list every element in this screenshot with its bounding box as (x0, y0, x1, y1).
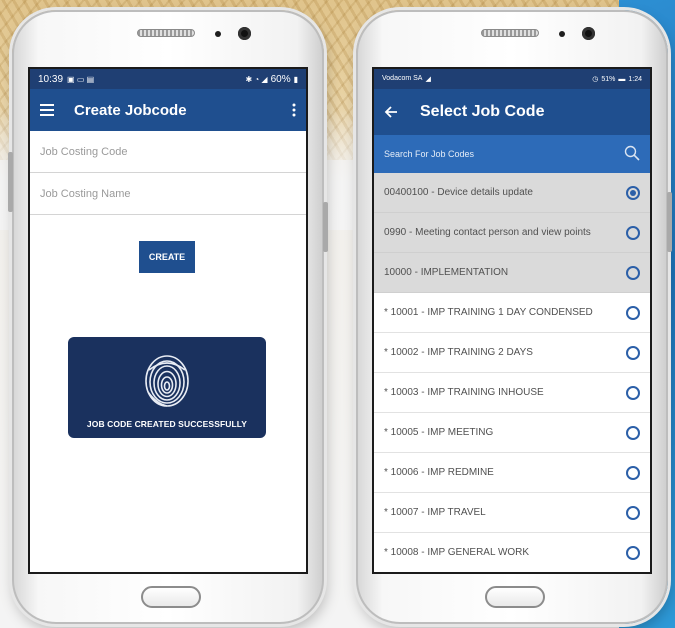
app-bar: Select Job Code (374, 89, 650, 135)
list-item-label: * 10007 - IMP TRAVEL (384, 507, 486, 518)
more-vert-icon[interactable] (292, 103, 296, 117)
radio-button[interactable] (626, 345, 640, 360)
front-camera (238, 27, 251, 40)
list-item[interactable]: * 10002 - IMP TRAINING 2 DAYS (374, 333, 650, 373)
job-costing-name-row (30, 173, 306, 215)
list-item[interactable]: 0990 - Meeting contact person and view p… (374, 213, 650, 253)
menu-icon[interactable] (40, 104, 56, 116)
create-button[interactable]: CREATE (139, 241, 195, 273)
list-item-label: 0990 - Meeting contact person and view p… (384, 227, 591, 238)
search-bar[interactable]: Search For Job Codes (374, 135, 650, 173)
list-item[interactable]: 10000 - IMPLEMENTATION (374, 253, 650, 293)
list-item-label: * 10001 - IMP TRAINING 1 DAY CONDENSED (384, 307, 593, 318)
battery-icon: ▬ (618, 75, 626, 83)
radio-button[interactable] (626, 225, 640, 240)
list-item-label: * 10006 - IMP REDMINE (384, 467, 494, 478)
radio-button[interactable] (626, 465, 640, 480)
list-item-label: * 10002 - IMP TRAINING 2 DAYS (384, 347, 533, 358)
battery-icon: ▮ (293, 74, 298, 84)
list-item-label: 00400100 - Device details update (384, 187, 533, 198)
job-code-list: 00400100 - Device details update 0990 - M… (374, 173, 650, 572)
list-item[interactable]: 00400100 - Device details update (374, 173, 650, 213)
page-title: Create Jobcode (74, 101, 187, 119)
home-button[interactable] (485, 586, 545, 608)
carrier-label: Vodacom SA ◢ (382, 75, 431, 83)
search-icon[interactable] (624, 145, 640, 163)
notification-icons: ▣ ▭ ▤ (67, 74, 95, 84)
status-battery: 60% (270, 73, 291, 85)
status-battery: 51% (601, 75, 616, 83)
status-bar: 10:39 ▣ ▭ ▤ ✱ ◔ ◢ 60% ▮ (30, 69, 306, 89)
job-costing-code-input[interactable] (40, 145, 296, 158)
sensor (215, 31, 221, 37)
radio-button[interactable] (626, 265, 640, 280)
radio-button[interactable] (626, 545, 640, 560)
signal-icons: ✱ ◔ ◢ (245, 74, 268, 84)
status-time: 1:24 (628, 75, 642, 83)
status-bar: Vodacom SA ◢ ◷ 51% ▬ 1:24 (374, 69, 650, 89)
alarm-icon: ◷ (592, 76, 599, 83)
list-item-label: * 10003 - IMP TRAINING INHOUSE (384, 387, 544, 398)
volume-button (8, 152, 13, 212)
radio-button[interactable] (626, 425, 640, 440)
job-costing-name-input[interactable] (40, 187, 296, 200)
job-costing-code-row (30, 131, 306, 173)
power-button (323, 202, 328, 252)
status-time: 10:39 (38, 73, 64, 85)
home-button[interactable] (141, 586, 201, 608)
list-item[interactable]: * 10008 - IMP GENERAL WORK (374, 533, 650, 572)
radio-button[interactable] (626, 305, 640, 320)
speaker-grille (137, 29, 195, 37)
front-camera (582, 27, 595, 40)
sensor (559, 31, 565, 37)
radio-button[interactable] (626, 385, 640, 400)
list-item-label: 10000 - IMPLEMENTATION (384, 267, 509, 278)
phone-left: 10:39 ▣ ▭ ▤ ✱ ◔ ◢ 60% ▮ Create Jobcode C… (8, 10, 328, 624)
list-item[interactable]: * 10007 - IMP TRAVEL (374, 493, 650, 533)
select-job-code-screen: Vodacom SA ◢ ◷ 51% ▬ 1:24 Select Job Code… (372, 67, 652, 574)
phone-right: Vodacom SA ◢ ◷ 51% ▬ 1:24 Select Job Code… (356, 10, 672, 624)
search-placeholder: Search For Job Codes (384, 149, 475, 159)
speaker-grille (481, 29, 539, 37)
list-item-label: * 10008 - IMP GENERAL WORK (384, 547, 530, 558)
success-toast: JOB CODE CREATED SUCCESSFULLY (68, 337, 266, 438)
radio-button[interactable] (626, 185, 640, 200)
radio-button[interactable] (626, 505, 640, 520)
page-title: Select Job Code (420, 103, 545, 120)
power-button (667, 192, 672, 252)
list-item-label: * 10005 - IMP MEETING (384, 427, 494, 438)
list-item[interactable]: * 10001 - IMP TRAINING 1 DAY CONDENSED (374, 293, 650, 333)
app-bar: Create Jobcode (30, 89, 306, 131)
list-item[interactable]: * 10006 - IMP REDMINE (374, 453, 650, 493)
create-jobcode-screen: 10:39 ▣ ▭ ▤ ✱ ◔ ◢ 60% ▮ Create Jobcode C… (28, 67, 308, 574)
back-arrow-icon[interactable] (384, 105, 398, 119)
fingerprint-icon (143, 354, 191, 413)
list-item[interactable]: * 10003 - IMP TRAINING INHOUSE (374, 373, 650, 413)
list-item[interactable]: * 10005 - IMP MEETING (374, 413, 650, 453)
toast-message: JOB CODE CREATED SUCCESSFULLY (86, 419, 248, 429)
